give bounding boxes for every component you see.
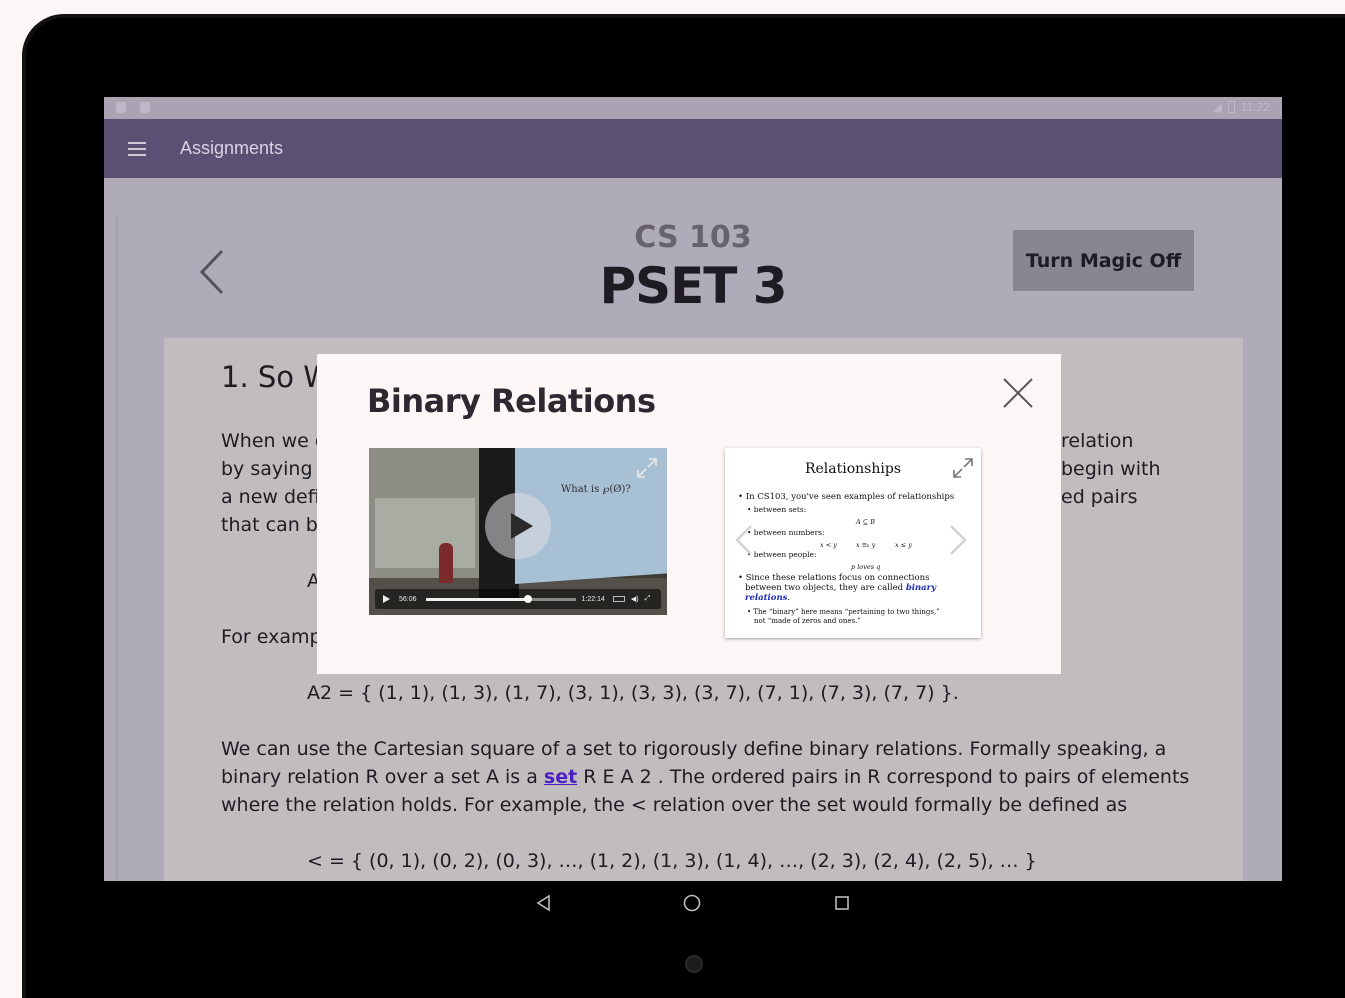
slide-bullet: • Since these relations focus on connect… — [738, 573, 930, 583]
play-icon[interactable] — [383, 595, 390, 603]
video-scrubber[interactable] — [425, 594, 576, 603]
a2-formula: A2 = { (1, 1), (1, 3), (1, 7), (3, 1), (… — [307, 682, 959, 704]
turn-magic-off-button[interactable]: Turn Magic Off — [1013, 230, 1194, 291]
signal-icon: ◢ — [1212, 100, 1222, 114]
paragraph-line: binary relation R over a set A is a set … — [221, 763, 1189, 791]
slide-example: x ≡ₖ y — [856, 541, 876, 549]
chevron-left-icon[interactable] — [729, 520, 759, 560]
play-icon[interactable] — [485, 493, 551, 559]
paragraph-line: When we c — [221, 430, 326, 452]
app-bar: Assignments — [104, 119, 1282, 178]
set-link[interactable]: set — [544, 766, 577, 788]
lt-relation-formula: < = { (0, 1), (0, 2), (0, 3), …, (1, 2),… — [307, 850, 1037, 872]
status-right: ◢ 11:22 — [1213, 100, 1270, 114]
app-bar-title: Assignments — [180, 138, 284, 158]
nav-back-icon[interactable] — [534, 893, 554, 913]
video-progress-fill — [425, 597, 528, 601]
problem-heading: 1. So W — [221, 360, 332, 394]
device-home-button[interactable] — [685, 955, 703, 973]
expand-icon[interactable] — [951, 456, 975, 480]
slide-title: Relationships — [804, 461, 902, 477]
slide-emphasis: relations — [745, 593, 788, 603]
chevron-right-icon[interactable] — [943, 520, 973, 560]
divider — [116, 217, 118, 881]
nav-home-icon[interactable] — [682, 893, 702, 913]
slide-bullet: • between sets: — [747, 505, 807, 514]
fullscreen-icon[interactable]: ⤢ — [645, 595, 651, 603]
slide-emphasis: binary — [905, 583, 937, 593]
video-scrubber-handle[interactable] — [523, 594, 532, 603]
slide-example: x ≤ y — [895, 541, 912, 549]
video-duration: 1:22:14 — [581, 595, 605, 603]
close-icon[interactable] — [1001, 376, 1035, 410]
lecture-slide[interactable]: Relationships • In CS103, you've seen ex… — [725, 448, 981, 638]
video-controls: 56:06 1:22:14 ◀) ⤢ — [375, 589, 661, 609]
menu-icon[interactable] — [128, 141, 146, 156]
video-current-time: 56:06 — [399, 595, 417, 603]
video-scene — [439, 543, 453, 583]
example-line: For examp — [221, 626, 322, 648]
video-scene — [375, 498, 475, 568]
slide-example: A ⊆ B — [856, 518, 876, 526]
slide-example: x < y — [820, 541, 837, 549]
volume-icon[interactable]: ◀) — [631, 595, 639, 603]
binary-relations-modal: Binary Relations What is ℘(Ø)? 56:06 1:2… — [317, 354, 1061, 674]
paragraph-line: begin with — [1061, 458, 1161, 480]
expand-icon[interactable] — [635, 456, 659, 480]
slide-bullet: • In CS103, you've seen examples of rela… — [738, 492, 955, 502]
paragraph-line: a new defi — [221, 486, 320, 508]
slide-bullet: between two objects, they are called bin… — [745, 583, 936, 593]
nav-recents-icon[interactable] — [832, 893, 852, 913]
text-span: R E A 2 . The ordered pairs in R corresp… — [577, 766, 1190, 788]
notification-icon — [140, 102, 150, 113]
notification-icon — [116, 102, 126, 113]
text-span: binary relation R over a set A is a — [221, 766, 544, 788]
text-span: between two objects, they are called — [745, 583, 904, 593]
modal-title: Binary Relations — [367, 382, 656, 420]
slide-bullet: relations. — [745, 593, 791, 603]
lecture-video[interactable]: What is ℘(Ø)? 56:06 1:22:14 ◀) ⤢ — [369, 448, 667, 615]
paragraph-line: ed pairs — [1061, 486, 1138, 508]
status-time: 11:22 — [1240, 100, 1270, 114]
slide-bullet: not “made of zeros and ones.” — [754, 617, 861, 625]
paragraph-line: that can be — [221, 514, 330, 536]
paragraph-line: We can use the Cartesian square of a set… — [221, 738, 1167, 760]
status-bar: ◢ 11:22 — [104, 97, 1282, 119]
paragraph-line: where the relation holds. For example, t… — [221, 794, 1128, 816]
battery-icon — [1227, 101, 1235, 113]
captions-icon[interactable] — [612, 596, 625, 602]
paragraph-line: relation — [1061, 430, 1134, 452]
video-slide-text: What is ℘(Ø)? — [561, 484, 631, 495]
slide-example: p loves q — [851, 563, 881, 571]
android-nav-bar — [104, 881, 1282, 925]
